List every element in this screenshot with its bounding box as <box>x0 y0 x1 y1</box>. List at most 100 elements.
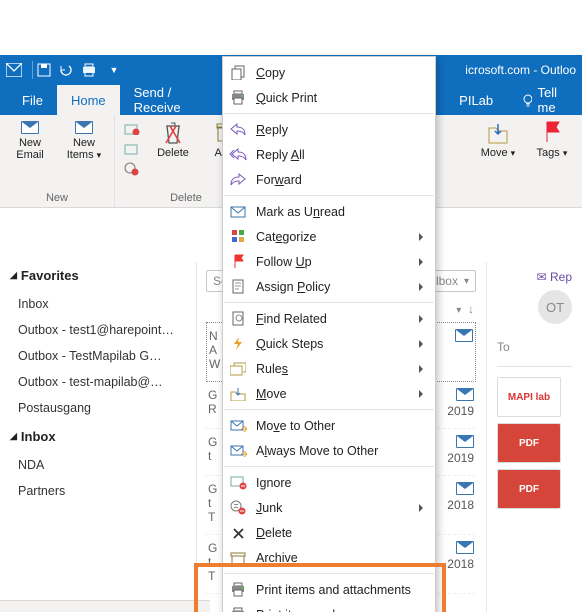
menu-delete[interactable]: Delete <box>223 520 435 545</box>
folder-item[interactable]: Partners <box>0 478 196 504</box>
menu-replyall[interactable]: Reply All <box>223 142 435 167</box>
replyall-icon <box>229 147 247 163</box>
rules-icon <box>229 361 247 377</box>
categories-icon <box>229 229 247 245</box>
policy-icon <box>229 279 247 295</box>
menu-alwaysmove[interactable]: Always Move to Other <box>223 438 435 463</box>
menu-reply[interactable]: Reply <box>223 117 435 142</box>
sort-dropdown-icon[interactable]: ▾ <box>456 305 461 316</box>
new-email-label: New Email <box>16 137 44 161</box>
to-label: To <box>497 334 572 360</box>
delete-icon <box>163 119 183 145</box>
print-icon[interactable] <box>81 63 103 77</box>
favorites-header[interactable]: ◢Favorites <box>0 262 196 289</box>
tab-mapilab[interactable]: PILab <box>445 85 507 115</box>
sender-avatar: OT <box>538 290 572 324</box>
move-icon <box>229 386 247 402</box>
move-label: Move <box>481 147 508 159</box>
ribbon-group-new: New Email New Items ▾ New <box>0 115 115 207</box>
menu-print-items-att[interactable]: Print items and attachments <box>223 577 435 602</box>
menu-rules[interactable]: Rules <box>223 356 435 381</box>
find-icon <box>229 311 247 327</box>
ignore-small-icon[interactable] <box>123 121 141 137</box>
attachment-pdf-1[interactable]: PDF <box>497 423 561 463</box>
copy-icon <box>229 65 247 81</box>
flag-icon <box>542 119 562 145</box>
new-items-label: New Items <box>67 137 95 161</box>
menu-movetoother[interactable]: Move to Other <box>223 413 435 438</box>
print-all-icon <box>229 582 247 598</box>
mail-move-icon <box>229 443 247 459</box>
move-folder-icon <box>487 119 509 145</box>
archive-icon <box>229 550 247 566</box>
menu-archive[interactable]: Archive <box>223 545 435 570</box>
menu-unread[interactable]: Mark as Unread <box>223 199 435 224</box>
junk-icon <box>229 500 247 516</box>
flag-icon <box>229 254 247 270</box>
reverse-sort-icon[interactable]: ↓ <box>468 302 474 316</box>
move-button[interactable]: Move ▾ <box>476 119 520 159</box>
bulb-icon <box>521 93 531 107</box>
tags-button[interactable]: Tags ▾ <box>530 119 574 159</box>
tab-send-receive[interactable]: Send / Receive <box>120 85 216 115</box>
menu-junk[interactable]: Junk <box>223 495 435 520</box>
menu-move[interactable]: Move <box>223 381 435 406</box>
attachment-pdf-2[interactable]: PDF <box>497 469 561 509</box>
menu-policy[interactable]: Assign Policy <box>223 274 435 299</box>
tab-file[interactable]: File <box>8 85 57 115</box>
ignore-icon <box>229 475 247 491</box>
cleanup-small-icon[interactable] <box>123 141 141 157</box>
mail-icon <box>455 329 473 342</box>
mail-icon <box>456 435 474 448</box>
print-icon <box>229 607 247 612</box>
view-switcher: ●●● <box>0 600 210 612</box>
menu-quicksteps[interactable]: Quick Steps <box>223 331 435 356</box>
inbox-header[interactable]: ◢Inbox <box>0 423 196 450</box>
folder-item[interactable]: Outbox - TestMapilab G… <box>0 343 196 369</box>
window-title: icrosoft.com - Outloo <box>465 63 576 77</box>
menu-findrelated[interactable]: Find Related <box>223 306 435 331</box>
tags-label: Tags <box>537 147 560 159</box>
menu-categorize[interactable]: Categorize <box>223 224 435 249</box>
menu-forward[interactable]: Forward <box>223 167 435 192</box>
ribbon-group-move: Move ▾ Tags ▾ <box>468 115 582 207</box>
new-email-icon <box>21 119 39 135</box>
tell-me-search[interactable]: Tell me <box>507 85 582 115</box>
folder-item[interactable]: NDA <box>0 452 196 478</box>
menu-quickprint[interactable]: Quick Print <box>223 85 435 110</box>
group-label-delete: Delete <box>170 190 202 207</box>
mail-move-icon <box>229 418 247 434</box>
menu-ignore[interactable]: Ignore <box>223 470 435 495</box>
save-icon[interactable] <box>37 63 59 77</box>
delete-icon <box>229 525 247 541</box>
junk-small-icon[interactable] <box>123 161 141 177</box>
mail-app-icon <box>6 63 28 77</box>
context-menu: CopyQuick Print ReplyReply AllForward Mark… <box>222 56 436 612</box>
reply-icon <box>229 122 247 138</box>
reply-button[interactable]: ✉ Rep <box>537 270 572 284</box>
new-items-button[interactable]: New Items ▾ <box>62 119 106 161</box>
new-email-button[interactable]: New Email <box>8 119 52 161</box>
tab-home[interactable]: Home <box>57 85 120 115</box>
mail-icon <box>456 541 474 554</box>
reading-pane: ✉ Rep OT To MAPI lab PDF PDF <box>487 262 582 612</box>
forward-icon <box>229 172 247 188</box>
folder-pane: ◢Favorites InboxOutbox - test1@harepoint… <box>0 262 197 601</box>
dropdown-icon[interactable]: ▼ <box>103 65 125 75</box>
mail-icon <box>456 482 474 495</box>
menu-followup[interactable]: Follow Up <box>223 249 435 274</box>
new-items-icon <box>75 119 93 135</box>
menu-print-items[interactable]: Print items only <box>223 602 435 612</box>
folder-item[interactable]: Postausgang <box>0 395 196 421</box>
delete-button[interactable]: Delete <box>151 119 195 159</box>
folder-item[interactable]: Outbox - test-mapilab@… <box>0 369 196 395</box>
attachment-mapilab[interactable]: MAPI lab <box>497 377 561 417</box>
menu-copy[interactable]: Copy <box>223 60 435 85</box>
folder-item[interactable]: Outbox - test1@harepoint… <box>0 317 196 343</box>
group-label-new: New <box>46 190 68 207</box>
print-icon <box>229 90 247 106</box>
separator <box>32 61 33 79</box>
undo-icon[interactable] <box>59 64 81 76</box>
bolt-icon <box>229 336 247 352</box>
folder-item[interactable]: Inbox <box>0 291 196 317</box>
